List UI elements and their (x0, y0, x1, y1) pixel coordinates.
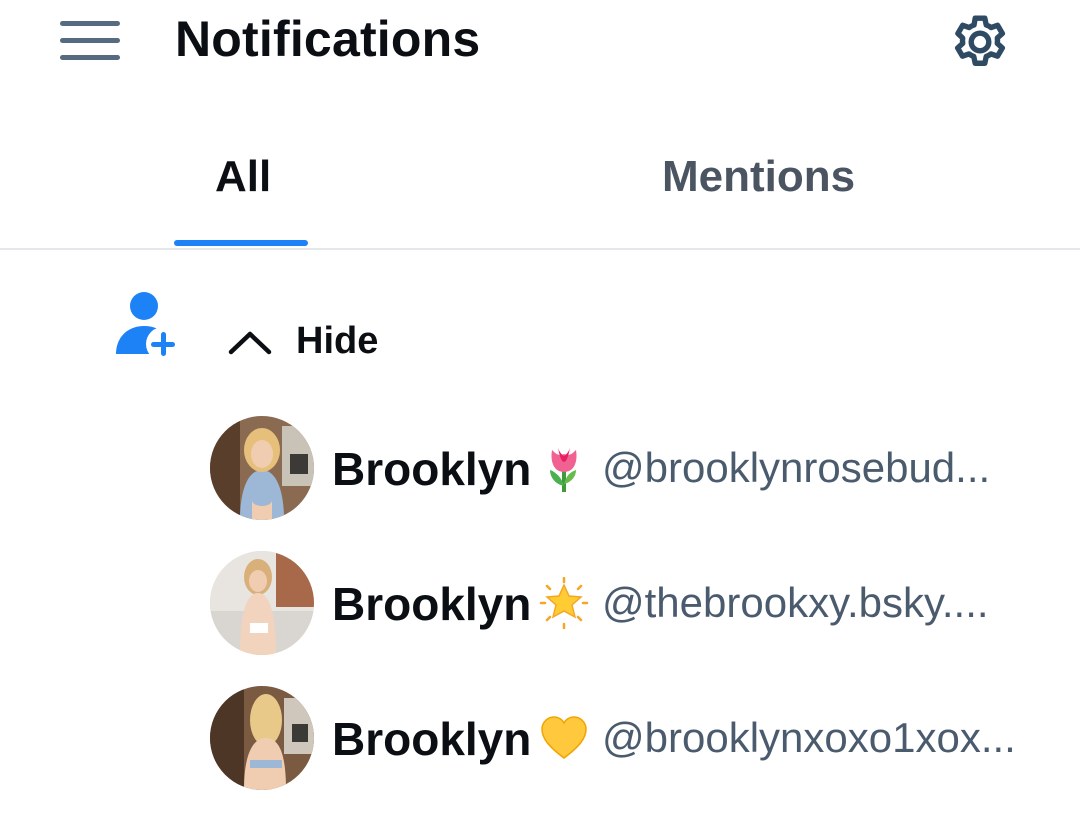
user-handle: @brooklynxoxo1xox... (602, 714, 1016, 761)
user-handle: @thebrookxy.bsky.... (602, 579, 989, 626)
hide-label: Hide (296, 319, 379, 362)
avatar[interactable] (210, 416, 314, 520)
user-name: Brooklyn (332, 443, 532, 495)
hide-toggle-button[interactable]: Hide (226, 312, 378, 370)
user-name: Brooklyn (332, 713, 532, 765)
notifications-screen: Notifications All Mentions Hide Brooklyn… (0, 0, 1080, 817)
tab-all[interactable]: All (215, 152, 271, 202)
chevron-up-icon (226, 326, 274, 356)
user-handle: @brooklynrosebud... (602, 444, 991, 491)
user-row[interactable]: Brooklyn @thebrookxy.bsky.... (210, 551, 1050, 657)
hamburger-menu-icon[interactable] (58, 18, 122, 64)
gear-icon[interactable] (946, 8, 1014, 76)
user-row[interactable]: Brooklyn @brooklynrosebud... (210, 416, 1050, 522)
yellow-heart-icon (538, 712, 590, 764)
tab-mentions[interactable]: Mentions (662, 152, 855, 202)
person-add-icon (110, 288, 184, 362)
glowing-star-icon (538, 576, 590, 630)
user-row[interactable]: Brooklyn @brooklynxoxo1xox... (210, 686, 1050, 792)
header: Notifications (0, 0, 1080, 90)
page-title: Notifications (175, 11, 481, 67)
tab-bar: All Mentions (0, 130, 1080, 250)
avatar[interactable] (210, 551, 314, 655)
user-name: Brooklyn (332, 578, 532, 630)
active-tab-indicator (174, 240, 308, 246)
avatar[interactable] (210, 686, 314, 790)
tulip-icon (538, 442, 590, 494)
